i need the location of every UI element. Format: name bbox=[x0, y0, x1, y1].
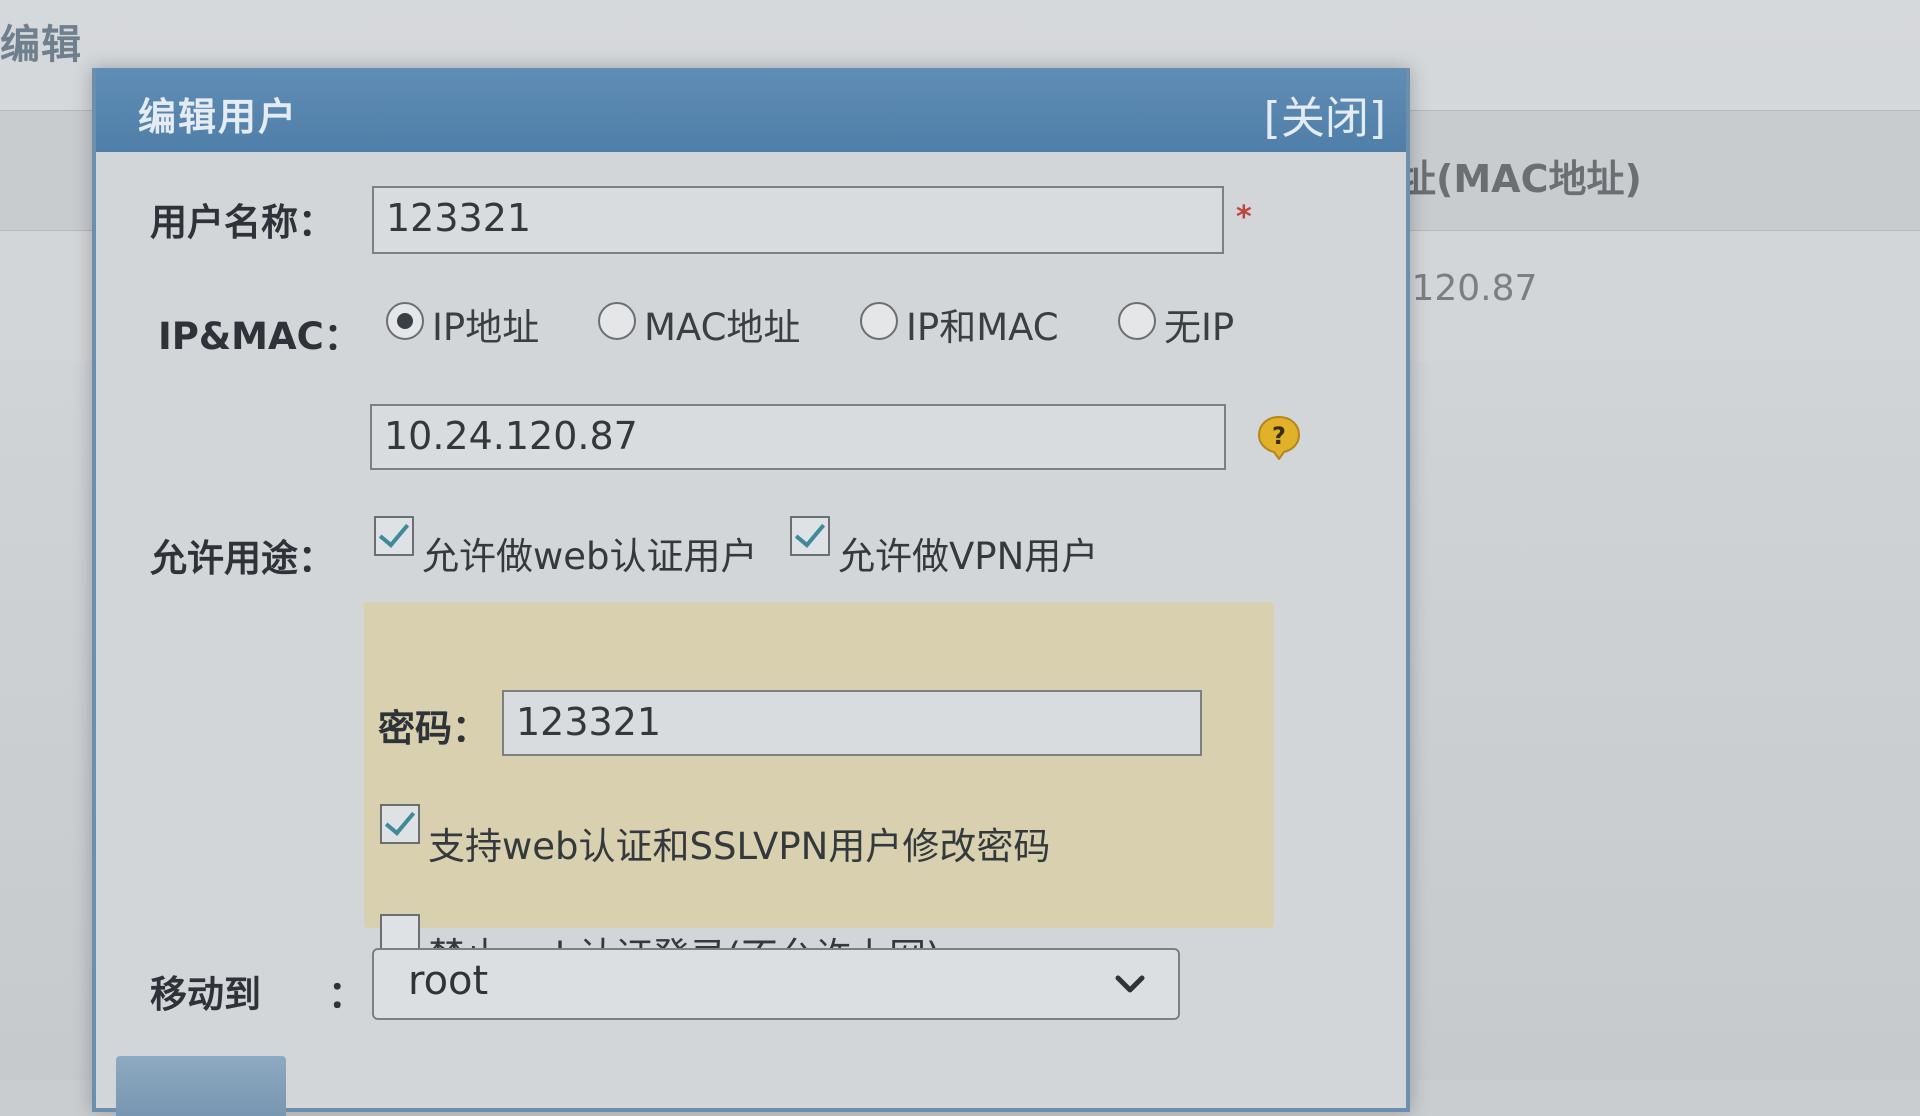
password-label: 密码： bbox=[378, 707, 489, 750]
background-page-title: 编辑 bbox=[0, 22, 82, 68]
radio-ip-address[interactable]: IP地址 bbox=[386, 296, 556, 356]
radio-label-noip: 无IP bbox=[1164, 306, 1235, 349]
radio-ip-and-mac[interactable]: IP和MAC bbox=[860, 296, 1080, 356]
dialog-action-button[interactable] bbox=[116, 1056, 286, 1116]
usage-label: 允许用途： bbox=[150, 537, 335, 580]
radio-circle-noip[interactable] bbox=[1118, 302, 1156, 340]
background-table-cell: .120.87 bbox=[1400, 268, 1538, 309]
username-label: 用户名称： bbox=[150, 201, 335, 244]
web-auth-label: 允许做web认证用户 bbox=[422, 535, 758, 578]
radio-no-ip[interactable]: 无IP bbox=[1118, 296, 1258, 356]
background-column-header: 址(MAC地址) bbox=[1398, 157, 1642, 201]
radio-mac-address[interactable]: MAC地址 bbox=[598, 296, 818, 356]
web-auth-checkbox[interactable] bbox=[374, 516, 414, 556]
allow-change-password-label: 支持web认证和SSLVPN用户修改密码 bbox=[428, 825, 1051, 868]
radio-circle-mac[interactable] bbox=[598, 302, 636, 340]
vpn-label: 允许做VPN用户 bbox=[838, 535, 1099, 578]
vpn-checkbox[interactable] bbox=[790, 516, 830, 556]
radio-label-ip: IP地址 bbox=[432, 306, 540, 349]
ipmac-label: IP&MAC： bbox=[158, 315, 361, 358]
dialog-title: 编辑用户 bbox=[138, 95, 299, 139]
radio-circle-ip[interactable] bbox=[386, 302, 424, 340]
password-input[interactable]: 123321 bbox=[502, 690, 1202, 756]
dialog-header: 编辑用户 [关闭] bbox=[96, 68, 1406, 152]
chevron-down-icon bbox=[1115, 975, 1145, 993]
move-to-selected-value: root bbox=[408, 958, 489, 1004]
password-panel bbox=[364, 602, 1274, 928]
question-bubble-icon[interactable]: ? bbox=[1256, 414, 1302, 460]
edit-user-dialog: 编辑用户 [关闭] 用户名称： 123321 * IP&MAC： IP地址 MA… bbox=[92, 68, 1410, 1116]
required-mark: * bbox=[1236, 200, 1252, 235]
move-to-colon: ： bbox=[328, 973, 365, 1016]
allow-change-password-checkbox[interactable] bbox=[380, 804, 420, 844]
radio-label-mac: MAC地址 bbox=[644, 306, 801, 349]
username-input[interactable]: 123321 bbox=[372, 186, 1224, 254]
move-to-select[interactable]: root bbox=[372, 948, 1180, 1020]
close-button[interactable]: [关闭] bbox=[1264, 82, 1386, 146]
ip-address-input[interactable]: 10.24.120.87 bbox=[370, 404, 1226, 470]
radio-label-ipmac: IP和MAC bbox=[906, 306, 1059, 349]
move-to-label: 移动到 bbox=[150, 973, 261, 1016]
radio-circle-ipmac[interactable] bbox=[860, 302, 898, 340]
svg-text:?: ? bbox=[1272, 422, 1286, 450]
